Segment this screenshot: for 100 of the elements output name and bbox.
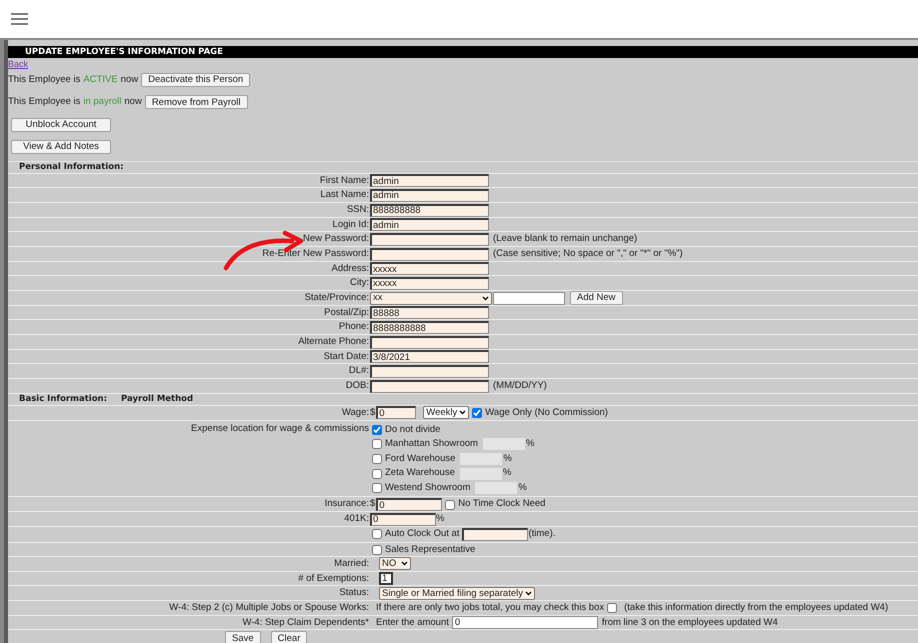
add-button[interactable]: Add New	[570, 291, 623, 306]
field-label: Address:	[332, 262, 369, 276]
text-field[interactable]	[370, 365, 489, 378]
action-button[interactable]: View & Add Notes	[11, 140, 111, 154]
chevron-icon	[459, 410, 466, 416]
section-heading: Payroll Method	[121, 392, 194, 406]
unit-label: %	[518, 481, 527, 496]
hint-text: (take this information directly from the employees updated W4)	[624, 600, 888, 615]
text-field[interactable]: admin	[370, 174, 489, 188]
text-field[interactable]	[370, 336, 489, 349]
form-button[interactable]: Clear	[270, 631, 308, 643]
field-label: First Name:	[320, 174, 369, 188]
percent-field[interactable]	[475, 482, 518, 494]
action-button[interactable]: Remove from Payroll	[144, 95, 248, 110]
field-label: W-4: Step Claim Dependents*	[242, 616, 369, 630]
status-value: in payroll	[83, 95, 122, 110]
checkbox[interactable]	[372, 529, 382, 540]
text-field[interactable]: xxxxx	[370, 262, 489, 276]
chevron-icon	[524, 590, 532, 596]
field-label: DL#:	[348, 364, 369, 378]
checkbox[interactable]	[372, 468, 382, 479]
text-field[interactable]: 0	[376, 406, 416, 420]
field-label: Married:	[334, 556, 369, 571]
text-field[interactable]	[493, 292, 565, 305]
dropdown[interactable]: xx	[370, 292, 492, 305]
checkbox[interactable]	[607, 603, 618, 614]
checkbox[interactable]	[372, 483, 382, 494]
currency-sign: $	[370, 497, 376, 512]
unit-label: %	[436, 512, 444, 526]
text-field[interactable]	[462, 528, 528, 541]
checkbox-label: Westend Showroom	[385, 481, 470, 496]
status-text: This Employee is	[8, 73, 80, 87]
field-label: SSN:	[346, 202, 369, 217]
text-field[interactable]: admin	[370, 218, 489, 232]
unit-label: %	[526, 437, 534, 452]
field-label: Login Id:	[332, 218, 369, 232]
unit-label: %	[503, 452, 512, 466]
checkbox[interactable]	[445, 500, 456, 510]
checkbox-label: No Time Clock Need	[458, 497, 546, 512]
unit-label: (time).	[528, 527, 556, 542]
hint-text: from line 3 on the employees updated W4	[602, 616, 778, 630]
checkbox[interactable]	[372, 454, 382, 464]
hint-text: (Case sensitive; No space or "," or "*" or "%")	[493, 246, 683, 261]
status-text: now	[124, 95, 142, 110]
unit-label: %	[502, 466, 512, 480]
field-label: Phone:	[338, 320, 369, 334]
section-heading: Basic Information:	[19, 392, 107, 406]
dropdown[interactable]: NO	[379, 557, 411, 570]
text-field[interactable]: 88888	[370, 306, 489, 320]
field-label: Re-Enter New Password:	[262, 246, 369, 261]
checkbox[interactable]	[472, 408, 482, 418]
checkbox-label: Auto Clock Out at	[385, 527, 460, 542]
checkbox[interactable]	[372, 544, 382, 555]
chevron-icon	[401, 561, 408, 566]
status-value: ACTIVE	[83, 73, 118, 87]
checkbox[interactable]	[372, 424, 382, 435]
action-button[interactable]: Unblock Account	[11, 118, 111, 132]
text-field[interactable]: 3/8/2021	[370, 350, 489, 364]
field-label: Start Date:	[324, 350, 369, 364]
field-label: Status:	[339, 586, 369, 600]
percent-field[interactable]	[460, 468, 502, 480]
text-field[interactable]	[370, 248, 489, 261]
field-label: Alternate Phone:	[298, 335, 369, 350]
hint-text: (Leave blank to remain unchange)	[493, 232, 638, 246]
currency-sign: $	[370, 406, 376, 420]
chevron-icon	[482, 296, 489, 301]
field-label: W-4: Step 2 (c) Multiple Jobs or Spouse Works:	[169, 600, 369, 615]
text-field[interactable]: 0	[376, 498, 442, 512]
status-text: This Employee is	[8, 95, 80, 110]
dropdown[interactable]: Single or Married filing separately	[379, 586, 535, 600]
percent-field[interactable]	[482, 438, 525, 450]
text-field[interactable]: 888888888	[370, 204, 489, 216]
field-label: Postal/Zip:	[324, 306, 369, 320]
form-button[interactable]: Save	[225, 631, 261, 643]
checkbox[interactable]	[372, 439, 382, 450]
instruction-text: If there are only two jobs total, you may check this box	[376, 600, 604, 615]
percent-field[interactable]	[460, 452, 502, 465]
menu-icon[interactable]	[11, 13, 28, 25]
field-label: Wage:	[342, 406, 369, 420]
field-label: # of Exemptions:	[298, 572, 369, 586]
field-label: 401K:	[344, 512, 369, 526]
action-button[interactable]: Deactivate this Person	[141, 73, 250, 88]
hint-text: (MM/DD/YY)	[493, 379, 547, 394]
text-field[interactable]: 0	[370, 512, 436, 526]
field-label: City:	[350, 276, 369, 290]
dropdown[interactable]: Weekly	[423, 406, 470, 420]
text-field[interactable]	[370, 380, 489, 393]
checkbox-label: Sales Representative	[385, 542, 476, 557]
text-field[interactable]	[370, 232, 489, 246]
text-field[interactable]: xxxxx	[370, 276, 489, 290]
page-title: UPDATE EMPLOYEE'S INFORMATION PAGE	[25, 46, 223, 58]
text-field[interactable]: 1	[379, 572, 393, 586]
text-field[interactable]: 8888888888	[370, 321, 489, 334]
back-link[interactable]: Back	[8, 58, 28, 72]
text-field[interactable]: admin	[370, 188, 489, 202]
text-field[interactable]: 0	[452, 616, 598, 630]
field-label: DOB:	[346, 379, 369, 394]
field-label: Expense location for wage & commissions	[191, 422, 369, 436]
checkbox-label: Zeta Warehouse	[385, 466, 455, 480]
checkbox-label: Ford Warehouse	[385, 452, 456, 466]
